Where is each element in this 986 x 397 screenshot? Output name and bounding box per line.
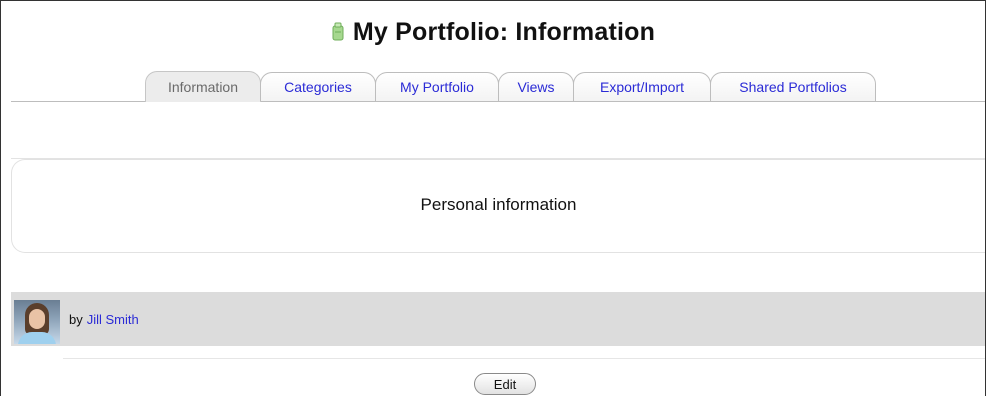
author-link[interactable]: Jill Smith — [87, 312, 139, 327]
tab-information[interactable]: Information — [145, 71, 261, 102]
personal-information-panel: Personal information — [11, 159, 985, 253]
page-frame: My Portfolio: Information Information Ca… — [0, 0, 986, 396]
avatar-face — [29, 309, 45, 329]
tab-views[interactable]: Views — [498, 72, 574, 101]
content-spacer — [11, 102, 985, 159]
portfolio-icon — [332, 22, 344, 41]
avatar-shirt — [18, 332, 56, 344]
author-strip — [63, 346, 985, 359]
tab-label: Export/Import — [599, 79, 685, 95]
author-row: by Jill Smith — [11, 292, 985, 346]
tab-label: Information — [167, 79, 239, 95]
tab-categories[interactable]: Categories — [260, 72, 376, 101]
section-title: Personal information — [420, 195, 577, 214]
author-byline: by Jill Smith — [69, 292, 139, 346]
tab-label: My Portfolio — [400, 79, 474, 95]
edit-button[interactable]: Edit — [474, 373, 536, 395]
user-avatar[interactable] — [14, 300, 60, 344]
page-title: My Portfolio: Information — [352, 17, 656, 46]
tab-label: Views — [517, 79, 555, 95]
tab-my-portfolio[interactable]: My Portfolio — [375, 72, 499, 101]
tab-label: Shared Portfolios — [739, 79, 847, 95]
tab-export-import[interactable]: Export/Import — [573, 72, 711, 101]
page-header: My Portfolio: Information — [1, 15, 985, 49]
byline-prefix: by — [69, 311, 83, 327]
edit-button-label: Edit — [493, 376, 517, 392]
tab-label: Categories — [284, 79, 352, 95]
tab-shared-portfolios[interactable]: Shared Portfolios — [710, 72, 876, 101]
